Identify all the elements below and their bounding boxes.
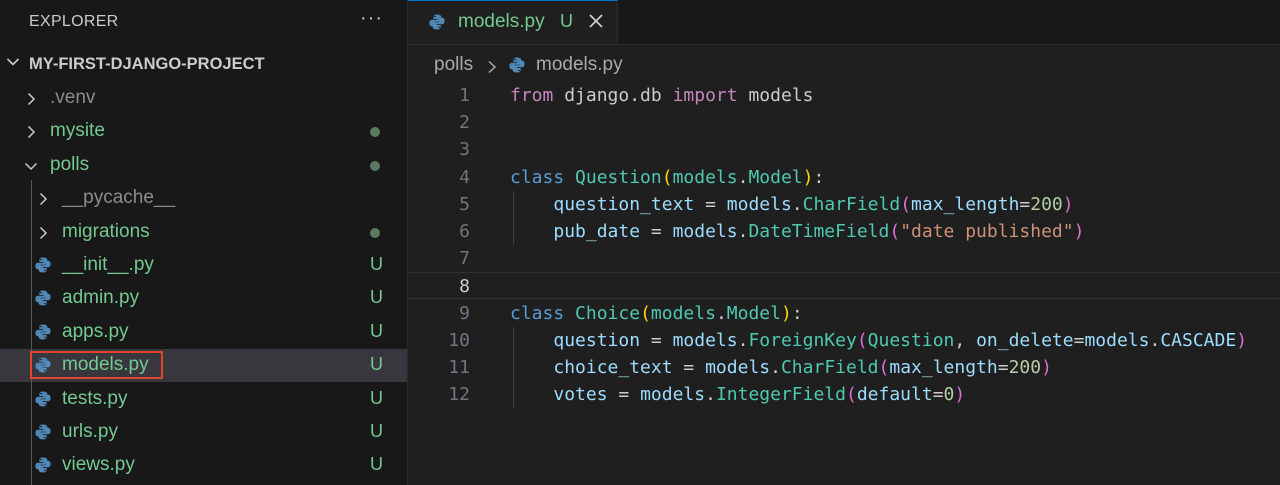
breadcrumb-file[interactable]: models.py <box>536 54 623 76</box>
indent-guide <box>513 326 514 409</box>
code-line[interactable]: 7 <box>408 245 1280 272</box>
line-number: 10 <box>448 329 470 351</box>
line-number: 2 <box>459 112 470 134</box>
line-source: class Question(models.Model): <box>510 166 825 188</box>
line-number: 8 <box>459 276 470 298</box>
code-line[interactable]: 11 choice_text = models.CharField(max_le… <box>408 354 1280 381</box>
line-number: 1 <box>459 85 470 106</box>
explorer-title: EXPLORER <box>29 13 119 30</box>
tab-bar: models.py U <box>408 0 1280 45</box>
tree-item-label: mysite <box>50 120 105 142</box>
chevron-right-icon <box>24 123 38 145</box>
git-status-badge: U <box>370 354 383 375</box>
tree-folder[interactable]: migrations <box>0 216 407 249</box>
explorer-header: EXPLORER ··· <box>0 0 407 44</box>
project-folder-header[interactable]: MY-FIRST-DJANGO-PROJECT <box>0 48 407 81</box>
python-icon <box>508 56 526 80</box>
line-source: question_text = models.CharField(max_len… <box>553 193 1074 215</box>
line-source: question = models.ForeignKey(Question, o… <box>553 329 1248 351</box>
tree-file[interactable]: apps.py U <box>0 316 407 349</box>
git-status-badge: U <box>370 287 383 308</box>
tab-label: models.py <box>458 11 545 32</box>
chevron-down-icon <box>6 55 20 74</box>
tree-folder[interactable]: .venv <box>0 82 407 115</box>
tree-file[interactable]: admin.py U <box>0 282 407 315</box>
selection-highlight-box <box>30 351 163 379</box>
tree-item-label: apps.py <box>62 320 129 342</box>
chevron-right-icon <box>486 58 498 80</box>
tree-file[interactable]: __init__.py U <box>0 249 407 282</box>
python-icon <box>428 13 446 36</box>
code-line[interactable]: 4 class Question(models.Model): <box>408 164 1280 191</box>
line-number: 11 <box>448 357 470 378</box>
chevron-right-icon <box>36 224 50 246</box>
project-name: MY-FIRST-DJANGO-PROJECT <box>29 55 265 73</box>
tree-item-label: migrations <box>62 220 150 242</box>
chevron-right-icon <box>24 90 38 112</box>
tree-file[interactable]: views.py U <box>0 449 407 482</box>
line-source: from django.db import models <box>510 85 814 106</box>
tree-item-label: views.py <box>62 454 135 476</box>
line-source: pub_date = models.DateTimeField("date pu… <box>553 221 1085 242</box>
git-status-badge: U <box>370 387 383 408</box>
code-line[interactable]: 3 <box>408 136 1280 163</box>
chevron-right-icon <box>36 190 50 212</box>
code-line[interactable]: 12 votes = models.IntegerField(default=0… <box>408 381 1280 408</box>
code-line[interactable]: 2 <box>408 109 1280 136</box>
tab-models-py[interactable]: models.py U <box>408 0 618 44</box>
tree-folder[interactable]: mysite <box>0 115 407 148</box>
code-line[interactable]: 10 question = models.ForeignKey(Question… <box>408 327 1280 354</box>
line-source: class Choice(models.Model): <box>510 302 803 324</box>
tab-git-status: U <box>560 11 573 31</box>
tree-item-label: __init__.py <box>62 254 154 275</box>
close-icon[interactable] <box>586 11 606 36</box>
chevron-down-icon <box>24 157 38 179</box>
tree-item-label: admin.py <box>62 287 140 309</box>
line-source: choice_text = models.CharField(max_lengt… <box>553 357 1052 378</box>
python-icon <box>34 289 52 313</box>
code-line[interactable]: 8 <box>408 272 1280 300</box>
modified-dot-icon <box>370 160 380 171</box>
git-status-badge: U <box>370 254 383 274</box>
breadcrumb-folder[interactable]: polls <box>434 54 473 76</box>
tree-item-label: __pycache__ <box>62 187 176 209</box>
line-source: votes = models.IntegerField(default=0) <box>553 384 966 406</box>
more-actions-icon[interactable]: ··· <box>360 8 383 28</box>
tree-folder[interactable]: __pycache__ <box>0 182 407 215</box>
python-icon <box>34 456 52 480</box>
tree-file[interactable]: tests.py U <box>0 383 407 416</box>
code-line[interactable]: 6 pub_date = models.DateTimeField("date … <box>408 218 1280 245</box>
python-icon <box>34 390 52 414</box>
git-status-badge: U <box>370 421 383 441</box>
line-number: 6 <box>459 221 470 242</box>
line-number: 4 <box>459 166 470 188</box>
editor-area: models.py U polls models.py 1 from django… <box>408 0 1280 485</box>
tree-file[interactable]: urls.py U <box>0 416 407 449</box>
line-number: 5 <box>459 193 470 215</box>
line-number: 9 <box>459 302 470 324</box>
code-line[interactable]: 5 question_text = models.CharField(max_l… <box>408 191 1280 218</box>
modified-dot-icon <box>370 127 380 138</box>
line-number: 12 <box>448 384 470 406</box>
explorer-sidebar: EXPLORER ··· MY-FIRST-DJANGO-PROJECT .ve… <box>0 0 408 485</box>
tree-folder[interactable]: polls <box>0 149 407 182</box>
tree-item-label: polls <box>50 153 90 175</box>
python-icon <box>34 256 52 280</box>
tree-item-label: tests.py <box>62 387 128 409</box>
tree-item-label: .venv <box>50 87 96 108</box>
line-number: 3 <box>459 139 470 161</box>
indent-guide <box>513 190 514 246</box>
python-icon <box>34 423 52 447</box>
git-status-badge: U <box>370 454 383 475</box>
modified-dot-icon <box>370 227 380 238</box>
code-line[interactable]: 9 class Choice(models.Model): <box>408 300 1280 327</box>
tree-item-label: urls.py <box>62 421 118 442</box>
indent-guide <box>31 180 32 485</box>
code-line[interactable]: 1 from django.db import models <box>408 82 1280 109</box>
git-status-badge: U <box>370 320 383 341</box>
python-icon <box>34 323 52 347</box>
line-number: 7 <box>459 248 470 270</box>
